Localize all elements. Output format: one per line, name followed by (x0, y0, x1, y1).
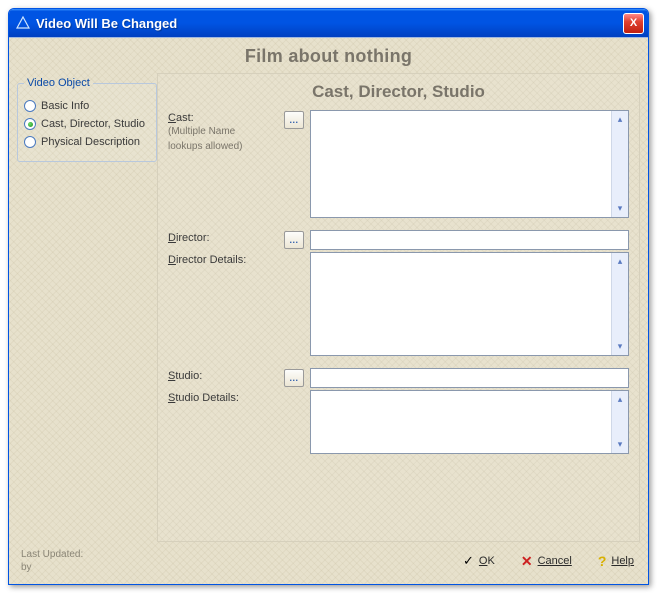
help-icon: ? (598, 553, 607, 569)
titlebar[interactable]: Video Will Be Changed X (9, 9, 648, 37)
director-details-inner[interactable] (311, 253, 611, 355)
dialog-window: Video Will Be Changed X Film about nothi… (8, 8, 649, 585)
video-object-legend: Video Object (24, 77, 93, 89)
cancel-icon: ✕ (521, 553, 533, 570)
radio-label: Basic Info (41, 100, 89, 112)
studio-details-row: Studio Details: ▴ ▾ (168, 390, 629, 454)
content-area: Video Object Basic Info Cast, Director, … (9, 73, 648, 542)
radio-icon (24, 136, 36, 148)
footer: Last Updated: by ✓ OK ✕ Cancel ? Help (9, 542, 648, 584)
scroll-up-icon[interactable]: ▴ (614, 393, 627, 406)
scroll-down-icon[interactable]: ▾ (614, 340, 627, 353)
check-icon: ✓ (463, 553, 474, 569)
director-input[interactable] (310, 230, 629, 250)
director-details-label: Director Details: (168, 252, 278, 266)
director-details-scrollbar[interactable]: ▴ ▾ (611, 253, 628, 355)
help-label: Help (611, 555, 634, 567)
cast-label-col: Cast: (Multiple Name lookups allowed) (168, 110, 278, 153)
studio-details-label: Studio Details: (168, 390, 278, 404)
radio-icon (24, 100, 36, 112)
studio-row: Studio: ... (168, 368, 629, 388)
help-button[interactable]: ? Help (598, 553, 634, 569)
radio-label: Cast, Director, Studio (41, 118, 145, 130)
cast-textarea-inner[interactable] (311, 111, 611, 217)
main-panel: Cast, Director, Studio Cast: (Multiple N… (157, 73, 640, 542)
scroll-down-icon[interactable]: ▾ (614, 202, 627, 215)
studio-label: Studio: (168, 368, 278, 382)
window-title: Video Will Be Changed (36, 16, 623, 31)
cancel-button[interactable]: ✕ Cancel (521, 553, 572, 570)
cast-sublabel2: lookups allowed) (168, 139, 278, 154)
cast-label: Cast: (168, 112, 278, 124)
studio-details-scrollbar[interactable]: ▴ ▾ (611, 391, 628, 453)
radio-basic-info[interactable]: Basic Info (24, 97, 150, 115)
director-details-row: Director Details: ▴ ▾ (168, 252, 629, 356)
studio-lookup-button[interactable]: ... (284, 369, 304, 387)
director-row: Director: ... (168, 230, 629, 250)
cancel-label: Cancel (538, 555, 572, 567)
panel-title: Cast, Director, Studio (168, 80, 629, 110)
button-bar: ✓ OK ✕ Cancel ? Help (463, 553, 634, 570)
dialog-body: Film about nothing Video Object Basic In… (9, 37, 648, 584)
radio-cast-director-studio[interactable]: Cast, Director, Studio (24, 115, 150, 133)
cast-row: Cast: (Multiple Name lookups allowed) ..… (168, 110, 629, 218)
last-updated-label: Last Updated: (21, 548, 161, 561)
sidebar: Video Object Basic Info Cast, Director, … (17, 73, 157, 542)
close-icon: X (630, 17, 637, 29)
studio-details-textarea[interactable]: ▴ ▾ (310, 390, 629, 454)
page-title: Film about nothing (9, 38, 648, 73)
radio-icon (24, 118, 36, 130)
scroll-up-icon[interactable]: ▴ (614, 113, 627, 126)
studio-details-inner[interactable] (311, 391, 611, 453)
radio-physical-description[interactable]: Physical Description (24, 133, 150, 151)
director-details-textarea[interactable]: ▴ ▾ (310, 252, 629, 356)
studio-input[interactable] (310, 368, 629, 388)
video-object-group: Video Object Basic Info Cast, Director, … (17, 77, 157, 162)
cast-scrollbar[interactable]: ▴ ▾ (611, 111, 628, 217)
cast-lookup-button[interactable]: ... (284, 111, 304, 129)
last-updated-block: Last Updated: by (21, 548, 161, 574)
close-button[interactable]: X (623, 13, 644, 34)
cast-sublabel1: (Multiple Name (168, 124, 278, 139)
ok-button[interactable]: ✓ OK (463, 553, 495, 569)
radio-label: Physical Description (41, 136, 140, 148)
last-updated-by-label: by (21, 561, 161, 574)
director-lookup-button[interactable]: ... (284, 231, 304, 249)
app-icon (15, 15, 31, 31)
director-label: Director: (168, 230, 278, 244)
scroll-down-icon[interactable]: ▾ (614, 438, 627, 451)
scroll-up-icon[interactable]: ▴ (614, 255, 627, 268)
ok-label: OK (479, 555, 495, 567)
cast-textarea[interactable]: ▴ ▾ (310, 110, 629, 218)
